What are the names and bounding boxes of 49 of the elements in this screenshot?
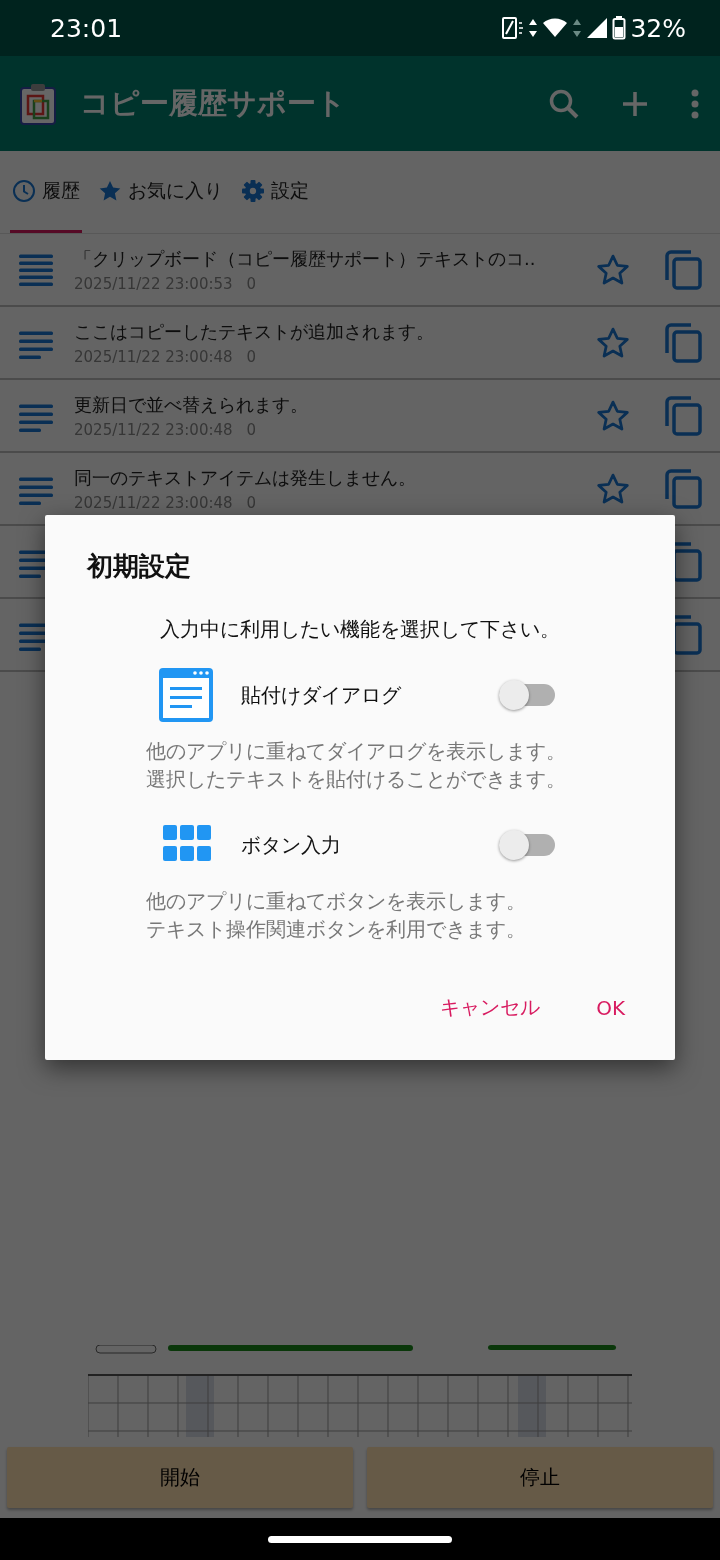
clock-icon — [12, 178, 36, 203]
tab[interactable]: 設定 — [239, 151, 311, 233]
more-menu-button[interactable] — [690, 88, 700, 119]
clipboard-icon — [20, 82, 56, 125]
tab[interactable]: 履歴 — [10, 151, 82, 233]
favorite-button[interactable] — [596, 326, 630, 359]
favorite-button[interactable] — [596, 399, 630, 432]
status-time: 23:01 — [50, 13, 123, 43]
item-text: ここはコピーしたテキストが追加されます。 — [74, 319, 435, 344]
copy-button[interactable] — [664, 468, 702, 509]
favorite-button[interactable] — [596, 472, 630, 505]
copy-icon — [664, 249, 702, 290]
star-icon — [596, 326, 630, 359]
item-text: 同一のテキストアイテムは発生しません。 — [74, 465, 417, 490]
item-text: 更新日で並べ替えられます。 — [74, 392, 309, 417]
option-description: 他のアプリに重ねてダイアログを表示します。 選択したテキストを貼付けることができます。 — [146, 738, 566, 793]
app-title: コピー履歴サポート — [80, 84, 347, 122]
dialog-title: 初期設定 — [87, 550, 191, 583]
battery-icon — [612, 16, 627, 40]
option-label: 貼付けダイアログ — [241, 682, 402, 709]
star-icon — [596, 399, 630, 432]
item-text: 「クリップボード（コピー履歴サポート）テキストのコ.. — [74, 246, 537, 271]
data-arrows-icon — [572, 18, 583, 38]
copy-button[interactable] — [664, 395, 702, 436]
home-handle[interactable] — [268, 1535, 452, 1543]
wifi-icon — [542, 18, 569, 38]
star-icon — [596, 472, 630, 505]
copy-icon — [664, 468, 702, 509]
dialog-button[interactable]: キャンセル — [426, 986, 555, 1029]
option-label: ボタン入力 — [241, 832, 342, 859]
signal-icon — [586, 17, 609, 39]
dialog-button[interactable]: OK — [582, 986, 639, 1029]
vibrate-icon — [502, 16, 525, 40]
favorite-button[interactable] — [596, 253, 630, 286]
option-description: 他のアプリに重ねてボタンを表示します。 テキスト操作関連ボタンを利用できます。 — [146, 888, 526, 943]
copy-button[interactable] — [664, 322, 702, 363]
data-arrows-icon — [528, 18, 539, 38]
dialog-message: 入力中に利用したい機能を選択して下さい。 — [160, 617, 560, 643]
settings-icon — [241, 178, 265, 203]
star-icon — [596, 253, 630, 286]
copy-button[interactable] — [664, 249, 702, 290]
copy-icon — [664, 322, 702, 363]
action-button[interactable]: 停止 — [367, 1447, 713, 1508]
window-icon — [159, 668, 213, 722]
tab[interactable]: お気に入り — [96, 151, 225, 233]
copy-icon — [664, 395, 702, 436]
battery-percent: 32% — [630, 13, 686, 43]
search-button[interactable] — [548, 87, 580, 120]
action-button[interactable]: 開始 — [7, 1447, 353, 1508]
